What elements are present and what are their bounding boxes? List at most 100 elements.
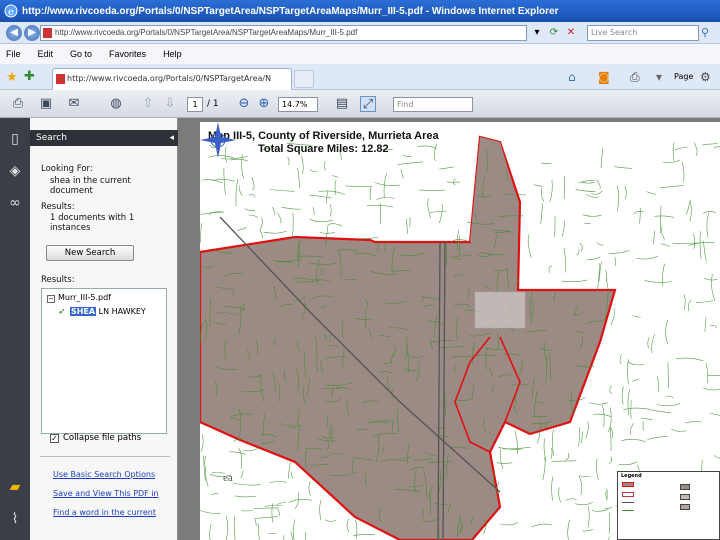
menu-edit[interactable]: Edit — [38, 49, 54, 59]
street-segment — [704, 317, 707, 332]
search-highlight-box — [474, 291, 526, 329]
legend-swatch-boundary — [622, 492, 634, 497]
map-title-line1: Map III-5, County of Riverside, Murrieta… — [208, 130, 439, 142]
refresh-icon[interactable]: ⟳ — [547, 26, 561, 40]
zoom-out-icon[interactable]: ⊖ — [236, 96, 252, 112]
search-panel-header: Search ◂ — [30, 130, 178, 146]
home-icon[interactable]: ⌂ — [568, 70, 576, 84]
back-arrow-icon[interactable]: ◀ — [6, 24, 22, 41]
search-hit-item[interactable]: SHEA LN HAWKEY — [70, 306, 146, 318]
street-segment — [234, 495, 257, 498]
favorites-star-icon[interactable]: ★ — [6, 70, 18, 85]
street-segment — [671, 428, 687, 432]
pdf-file-icon — [56, 74, 65, 84]
street-segment — [609, 385, 612, 394]
street-segment — [619, 354, 622, 365]
fit-width-icon[interactable]: ⤢ — [360, 96, 376, 112]
save-view-pdf-link[interactable]: Save and View This PDF in — [53, 489, 159, 498]
print-icon[interactable]: ⎙ — [10, 96, 26, 112]
basic-search-link[interactable]: Use Basic Search Options — [53, 470, 155, 479]
street-segment — [551, 476, 554, 501]
email-icon[interactable]: ✉ — [66, 96, 82, 112]
nsp-target-area — [200, 135, 617, 540]
address-bar[interactable]: http://www.rivcoeda.org/Portals/0/NSPTar… — [40, 25, 527, 41]
street-segment — [630, 422, 634, 435]
street-segment — [661, 226, 665, 240]
street-segment — [309, 219, 334, 222]
result-file[interactable]: Murr_III-5.pdf — [58, 293, 111, 302]
street-segment — [710, 325, 717, 329]
globe-icon[interactable]: ◍ — [108, 96, 124, 112]
menu-file[interactable]: File — [6, 49, 21, 59]
street-segment — [575, 501, 594, 506]
panel-collapse-icon[interactable]: ◂ — [169, 130, 174, 146]
dropdown-chevron-icon[interactable]: ▾ — [530, 26, 544, 40]
street-segment — [238, 185, 243, 196]
street-segment — [695, 300, 714, 303]
zoom-select[interactable]: 14.7% — [278, 97, 318, 112]
live-search-input[interactable]: Live Search — [587, 25, 699, 41]
tree-collapse-icon[interactable]: − — [47, 295, 55, 303]
street-segment — [439, 166, 454, 170]
street-segment — [616, 185, 619, 212]
street-segment — [297, 168, 301, 188]
next-page-icon[interactable]: ⇩ — [162, 96, 178, 112]
street-segment — [254, 516, 278, 519]
live-search-placeholder: Live Search — [591, 28, 638, 37]
zoom-value: 14.7% — [282, 100, 308, 109]
street-segment — [703, 387, 720, 391]
address-row: ◀ ▶ http://www.rivcoeda.org/Portals/0/NS… — [0, 22, 720, 44]
street-segment — [579, 242, 583, 252]
search-magnifier-icon[interactable]: ⚲ — [701, 26, 709, 39]
previous-page-icon[interactable]: ⇧ — [140, 96, 156, 112]
looking-for-label: Looking For: — [41, 164, 93, 174]
stop-icon[interactable]: ✕ — [564, 26, 578, 40]
street-segment — [318, 190, 346, 195]
street-segment — [608, 250, 630, 254]
add-favorite-icon[interactable]: ✚ — [24, 69, 35, 84]
street-segment — [251, 176, 255, 191]
attachment-paperclip-icon[interactable]: ⌇ — [6, 510, 24, 528]
street-segment — [405, 218, 408, 235]
street-segment — [550, 447, 553, 460]
save-icon[interactable]: ▣ — [38, 96, 54, 112]
street-segment — [209, 523, 212, 540]
fit-page-icon[interactable]: ▤ — [334, 96, 350, 112]
street-segment — [681, 161, 685, 182]
new-tab-button[interactable] — [294, 70, 314, 88]
find-word-link[interactable]: Find a word in the current — [53, 508, 156, 517]
layers-icon[interactable]: ◈ — [6, 162, 24, 180]
street-segment — [577, 427, 581, 447]
street-segment — [600, 147, 604, 169]
binoculars-search-icon[interactable]: ∞ — [6, 194, 24, 212]
pages-icon[interactable]: ▯ — [6, 130, 24, 148]
street-segment — [369, 186, 372, 201]
zoom-in-icon[interactable]: ⊕ — [256, 96, 272, 112]
street-segment — [647, 436, 668, 440]
dropdown-chevron-icon[interactable]: ▾ — [656, 70, 662, 84]
document-viewport[interactable]: Map III-5, County of Riverside, Murrieta… — [178, 118, 720, 540]
page-number-input[interactable]: 1 — [187, 97, 203, 112]
tools-gear-icon[interactable]: ⚙ — [700, 70, 711, 84]
find-input[interactable]: Find — [393, 97, 473, 112]
street-segment — [654, 215, 675, 218]
street-segment — [244, 208, 256, 211]
page-menu[interactable]: Page — [674, 72, 693, 81]
feeds-icon[interactable]: ◙ — [598, 70, 610, 84]
street-segment — [540, 188, 545, 202]
menu-help[interactable]: Help — [163, 49, 182, 59]
street-segment — [644, 280, 672, 283]
menu-goto[interactable]: Go to — [70, 49, 92, 59]
forward-arrow-icon[interactable]: ▶ — [24, 24, 40, 41]
print-icon[interactable]: ⎙ — [630, 70, 640, 85]
street-segment — [703, 211, 716, 214]
collapse-paths-checkbox[interactable]: ✓ — [50, 434, 59, 443]
browser-tab[interactable]: http://www.rivcoeda.org/Portals/0/NSPTar… — [52, 68, 292, 90]
menu-favorites[interactable]: Favorites — [109, 49, 146, 59]
new-search-button[interactable]: New Search — [46, 245, 134, 261]
street-segment — [290, 531, 293, 540]
comment-icon[interactable]: ▰ — [6, 478, 24, 496]
address-url: http://www.rivcoeda.org/Portals/0/NSPTar… — [55, 28, 358, 37]
window-title: http://www.rivcoeda.org/Portals/0/NSPTar… — [22, 5, 559, 17]
street-segment — [309, 195, 332, 199]
